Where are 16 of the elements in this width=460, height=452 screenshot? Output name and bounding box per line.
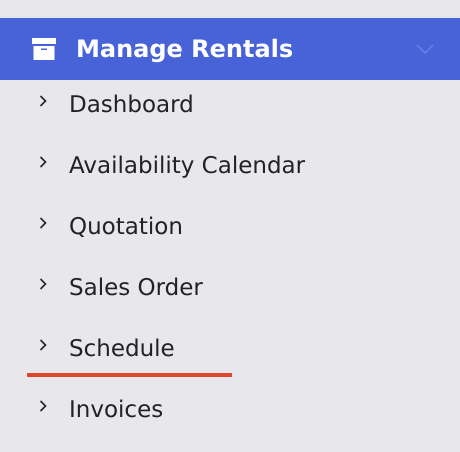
chevron-right-icon xyxy=(39,400,47,412)
archive-box-icon xyxy=(32,38,56,60)
chevron-right-icon xyxy=(39,94,47,106)
menu-header[interactable]: Manage Rentals xyxy=(0,18,460,80)
chevron-right-icon xyxy=(39,338,47,350)
chevron-right-icon xyxy=(39,216,47,228)
chevron-right-icon xyxy=(39,278,47,290)
chevron-icon[interactable] xyxy=(416,44,434,54)
menu-title: Manage Rentals xyxy=(76,35,294,63)
menu-item[interactable]: Dashboard xyxy=(69,92,194,118)
chevron-right-icon xyxy=(39,156,47,168)
menu-item[interactable]: Availability Calendar xyxy=(69,152,306,178)
menu-item[interactable]: Invoices xyxy=(69,396,164,422)
menu-item[interactable]: Quotation xyxy=(69,214,183,240)
menu-item[interactable]: Sales Order xyxy=(69,274,203,300)
menu-item[interactable]: Schedule xyxy=(69,336,175,362)
